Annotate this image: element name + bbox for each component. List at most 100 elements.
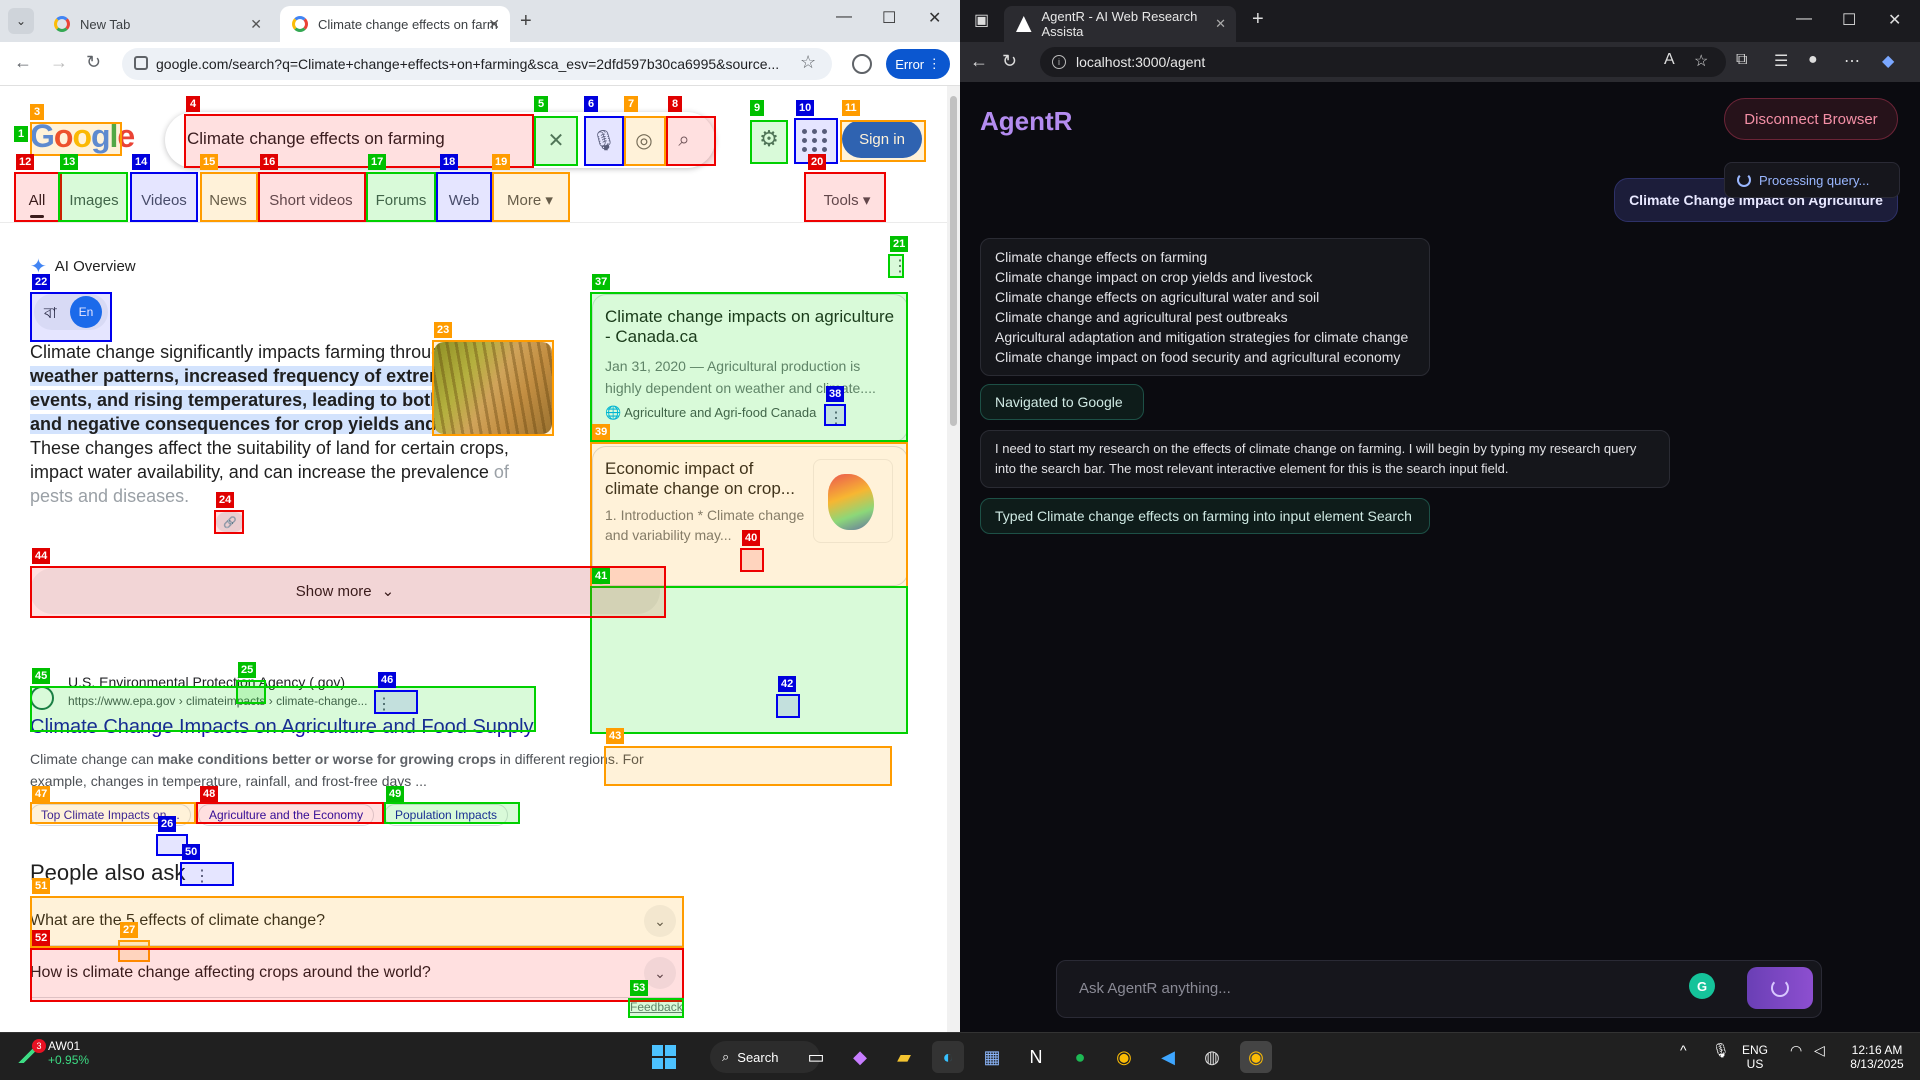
search-input[interactable]: Climate change effects on farming (187, 129, 445, 149)
more-menu-icon[interactable]: ⋯ (1844, 51, 1860, 71)
source-card-canada[interactable]: Climate change impacts on agriculture - … (592, 294, 908, 442)
bookmark-star-icon[interactable]: ☆ (800, 52, 816, 73)
paa-question[interactable]: How is climate change affecting crops ar… (30, 948, 682, 998)
clear-icon[interactable]: ✕ (536, 116, 576, 164)
copilot-icon[interactable]: ◆ (1882, 51, 1894, 71)
sitelink-population-impacts[interactable]: Population Impacts (384, 804, 509, 826)
source-card-economic[interactable]: Economic impact of climate change on cro… (592, 446, 908, 586)
tab-images[interactable]: Images (62, 182, 126, 218)
forward-icon[interactable]: → (50, 52, 68, 73)
maximize-icon[interactable]: ☐ (882, 8, 896, 28)
minimize-icon[interactable]: — (1796, 10, 1812, 28)
tab-search-results[interactable]: Climate change effects on farm ✕ (280, 6, 510, 42)
chrome-active-icon[interactable]: ◉ (1240, 1041, 1272, 1073)
page-scrollbar[interactable] (947, 86, 960, 1032)
close-window-icon[interactable]: ✕ (928, 8, 941, 28)
language-toggle[interactable]: বা En (34, 294, 108, 330)
tab-all[interactable]: All (16, 182, 58, 218)
paa-options-icon[interactable]: ⋮ (194, 866, 210, 886)
spotify-icon[interactable]: ● (1064, 1041, 1096, 1073)
tab-web[interactable]: Web (440, 182, 488, 218)
clock[interactable]: 12:16 AM 8/13/2025 (1842, 1043, 1912, 1071)
extensions-icon[interactable]: ⧉ (1736, 51, 1747, 69)
close-tab-icon[interactable]: ✕ (488, 16, 500, 33)
scroll-thumb[interactable] (950, 96, 957, 426)
reload-icon[interactable]: ↻ (86, 52, 101, 73)
tray-overflow-icon[interactable]: ^ (1680, 1043, 1687, 1057)
tab-news[interactable]: News (200, 182, 256, 218)
result-site-name[interactable]: U.S. Environmental Protection Agency (.g… (68, 674, 345, 690)
result-url[interactable]: https://www.epa.gov › climateimpacts › c… (68, 694, 367, 708)
snippet-part: Climate change can (30, 751, 158, 767)
lens-icon[interactable]: ◎ (624, 116, 664, 164)
profile-icon[interactable] (852, 54, 872, 74)
close-window-icon[interactable]: ✕ (1888, 10, 1901, 30)
close-tab-icon[interactable]: ✕ (1215, 16, 1226, 32)
show-more-button[interactable]: Show more ⌄ (30, 568, 660, 614)
browser-toolbar: ← → ↻ google.com/search?q=Climate+change… (0, 42, 960, 86)
more-options-icon[interactable]: ⋮ (892, 256, 908, 276)
link-icon[interactable]: 🔗 (216, 512, 244, 532)
microphone-icon[interactable]: 🎙 (1712, 1043, 1730, 1057)
sitelink-agriculture-economy[interactable]: Agriculture and the Economy (198, 804, 375, 826)
card-options-icon[interactable]: ⋮ (828, 408, 844, 428)
profile-icon[interactable]: ● (1808, 51, 1818, 69)
close-tab-icon[interactable]: ✕ (250, 16, 262, 33)
send-button[interactable] (1747, 967, 1813, 1009)
result-title-link[interactable]: Climate Change Impacts on Agriculture an… (30, 716, 534, 739)
favorites-icon[interactable]: ☰ (1774, 51, 1788, 71)
task-view-icon[interactable]: ▭ (800, 1041, 832, 1073)
tab-search-icon[interactable]: ⌄ (8, 8, 34, 34)
maximize-icon[interactable]: ☐ (1842, 10, 1856, 30)
edge-icon[interactable]: ◐ (932, 1041, 964, 1073)
minimize-icon[interactable]: — (836, 8, 852, 26)
chrome-icon[interactable]: ◉ (1108, 1041, 1140, 1073)
read-aloud-icon[interactable]: A (1664, 51, 1675, 69)
windows-start-icon[interactable] (652, 1045, 676, 1069)
back-icon[interactable]: ← (970, 51, 988, 72)
back-icon[interactable]: ← (14, 52, 32, 73)
google-logo[interactable]: Google (30, 118, 135, 155)
info-icon[interactable]: i (1052, 55, 1066, 69)
chat-input[interactable]: Ask AgentR anything... (1079, 980, 1231, 997)
sign-in-button[interactable]: Sign in (842, 120, 922, 158)
grammarly-icon[interactable]: G (1689, 973, 1715, 999)
settings-gear-icon[interactable]: ⚙ (752, 122, 786, 156)
feedback-link[interactable]: Feedback (630, 1000, 683, 1014)
result-options-icon[interactable]: ⋮ (376, 694, 392, 714)
github-desktop-icon[interactable]: ◍ (1196, 1041, 1228, 1073)
site-info-icon[interactable] (134, 56, 148, 70)
wifi-icon[interactable]: ◠ (1790, 1043, 1802, 1057)
favorite-star-icon[interactable]: ☆ (1694, 51, 1708, 71)
error-button[interactable]: Error ⋮ (886, 49, 950, 79)
store-icon[interactable]: ▦ (976, 1041, 1008, 1073)
paa-question[interactable]: What are the 5 effects of climate change… (30, 896, 682, 946)
new-tab-icon[interactable]: + (520, 10, 532, 33)
file-explorer-icon[interactable]: ▰ (888, 1041, 920, 1073)
vscode-icon[interactable]: ◀ (1152, 1041, 1184, 1073)
copilot-icon[interactable]: ◆ (844, 1041, 876, 1073)
address-bar[interactable]: i localhost:3000/agent (1040, 47, 1726, 77)
search-icon[interactable]: ⌕ (664, 116, 704, 164)
disconnect-browser-button[interactable]: Disconnect Browser (1724, 98, 1898, 140)
language-indicator[interactable]: ENG US (1742, 1043, 1768, 1071)
stock-widget[interactable]: 3 AW01 +0.95% (16, 1039, 89, 1067)
lang-english[interactable]: En (70, 296, 102, 328)
tab-actions-icon[interactable]: ▣ (974, 10, 989, 30)
new-tab-icon[interactable]: + (1252, 8, 1264, 31)
lang-bengali[interactable]: বা (44, 302, 57, 327)
microphone-icon[interactable]: 🎙 (584, 116, 624, 164)
volume-icon[interactable]: ◁ (1814, 1043, 1825, 1057)
tab-forums[interactable]: Forums (368, 182, 434, 218)
tab-new-tab[interactable]: New Tab ✕ (42, 6, 272, 42)
chat-input-bar[interactable]: Ask AgentR anything... G (1056, 960, 1822, 1018)
crop-field-image[interactable] (434, 342, 552, 434)
notion-icon[interactable]: N (1020, 1041, 1052, 1073)
tab-agentr[interactable]: AgentR - AI Web Research Assista ✕ (1004, 6, 1236, 42)
address-bar[interactable]: google.com/search?q=Climate+change+effec… (122, 48, 832, 80)
reload-icon[interactable]: ↻ (1002, 51, 1017, 72)
tab-videos[interactable]: Videos (132, 182, 196, 218)
tab-short-videos[interactable]: Short videos (260, 182, 362, 218)
tab-more[interactable]: More ▾ (494, 182, 566, 218)
tools-button[interactable]: Tools ▾ (812, 182, 882, 218)
